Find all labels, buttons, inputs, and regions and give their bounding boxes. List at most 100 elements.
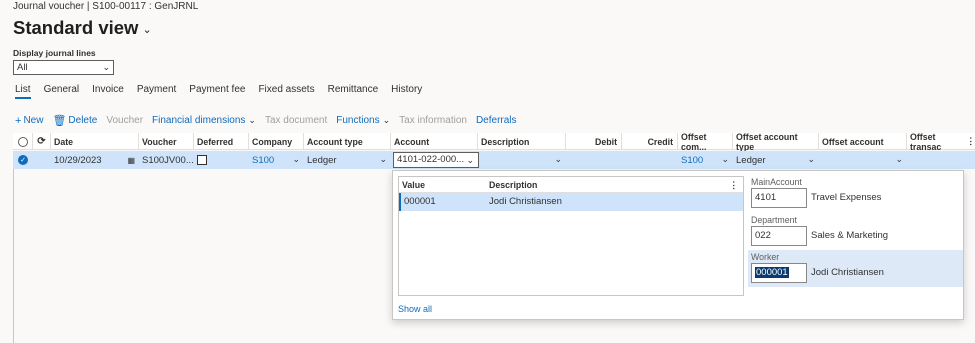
cell-deferred[interactable] — [194, 151, 249, 169]
segment-description: Jodi Christiansen — [811, 267, 884, 278]
lookup-column-value[interactable]: Value — [402, 180, 425, 190]
cell-date[interactable]: 10/29/2023 ▦ — [51, 151, 139, 169]
more-icon[interactable]: ⋮ — [966, 136, 975, 147]
chevron-down-icon[interactable]: ⌄ — [466, 155, 474, 166]
tab-history[interactable]: History — [391, 84, 422, 99]
row-select[interactable]: ✓ — [13, 151, 33, 169]
segment-label: Department — [751, 215, 797, 225]
cell-company[interactable]: S100 ⌄ — [249, 151, 304, 169]
lookup-column-description[interactable]: Description — [489, 180, 537, 190]
column-offset-account[interactable]: Offset account — [819, 133, 907, 150]
chevron-down-icon[interactable]: ⌄ — [292, 154, 300, 165]
tab-general[interactable]: General — [44, 84, 80, 99]
grid-header: ⟳ Date Voucher Deferred Company Account … — [13, 131, 975, 152]
column-credit[interactable]: Credit — [622, 133, 678, 150]
page-title-text: Standard view — [13, 17, 139, 38]
chevron-down-icon[interactable]: ⌄ — [554, 154, 562, 165]
cell-voucher[interactable]: S100JV00... — [139, 151, 194, 169]
cell-offset-company-value: S100 — [681, 154, 704, 166]
deferrals-button[interactable]: Deferrals — [476, 115, 517, 126]
cell-company-value: S100 — [252, 154, 275, 166]
tax-document-button[interactable]: Tax document — [265, 115, 327, 126]
column-date[interactable]: Date — [51, 133, 139, 150]
account-input-value: 4101-022-000... — [397, 154, 465, 165]
functions-label: Functions — [336, 115, 380, 126]
cell-credit[interactable] — [622, 151, 678, 169]
financial-dimensions-menu[interactable]: Financial dimensions ⌄ — [152, 115, 256, 126]
tab-fixed-assets[interactable]: Fixed assets — [258, 84, 314, 99]
tab-invoice[interactable]: Invoice — [92, 84, 124, 99]
voucher-button[interactable]: Voucher — [106, 115, 143, 126]
tab-list[interactable]: List — [15, 84, 31, 99]
segment-input[interactable]: 022 — [751, 226, 807, 246]
cell-offset-transaction[interactable] — [907, 151, 975, 169]
segment-department: Department 022 Sales & Marketing — [748, 213, 963, 250]
cell-offset-account[interactable]: ⌄ — [819, 151, 907, 169]
breadcrumb: Journal voucher | S100-00117 : GenJRNL — [13, 1, 199, 12]
chevron-down-icon[interactable]: ⌄ — [142, 23, 151, 36]
action-toolbar: + New 🗑 Delete Voucher Financial dimensi… — [15, 114, 526, 128]
show-all-link[interactable]: Show all — [398, 304, 432, 314]
page-title[interactable]: Standard view ⌄ — [13, 17, 152, 39]
segment-label: Worker — [751, 252, 780, 262]
select-all-column[interactable] — [13, 133, 33, 150]
chevron-down-icon: ⌄ — [248, 115, 256, 125]
functions-menu[interactable]: Functions ⌄ — [336, 115, 390, 126]
chevron-down-icon[interactable]: ⌄ — [379, 154, 387, 165]
chevron-down-icon[interactable]: ⌄ — [721, 154, 729, 165]
lookup-grid: Value Description ⋮ 000001 Jodi Christia… — [398, 176, 744, 296]
segment-input-selected-text: 000001 — [755, 267, 789, 278]
lookup-header: Value Description ⋮ — [399, 177, 743, 193]
column-offset-transaction[interactable]: Offset transac ⋮ — [907, 131, 975, 152]
lookup-row[interactable]: 000001 Jodi Christiansen — [399, 193, 743, 211]
display-journal-lines-label: Display journal lines — [13, 48, 96, 58]
tax-information-button[interactable]: Tax information — [399, 115, 467, 126]
display-journal-lines-select[interactable]: All ⌄ — [13, 60, 114, 75]
deferred-checkbox[interactable] — [197, 155, 207, 165]
column-account[interactable]: Account — [391, 133, 478, 150]
display-journal-lines-value: All — [17, 62, 28, 73]
segment-input[interactable]: 000001 — [751, 263, 807, 283]
table-row[interactable]: ✓ 10/29/2023 ▦ S100JV00... S100 ⌄ Ledger… — [13, 151, 975, 169]
cell-debit[interactable] — [566, 151, 622, 169]
new-label: New — [23, 115, 44, 126]
column-description[interactable]: Description — [478, 133, 566, 150]
column-offset-company[interactable]: Offset com... — [678, 132, 733, 152]
cell-offset-company[interactable]: S100 ⌄ — [678, 151, 733, 169]
tab-payment-fee[interactable]: Payment fee — [189, 84, 245, 99]
lookup-row-value: 000001 — [404, 196, 436, 207]
column-company[interactable]: Company — [249, 133, 304, 150]
cell-account-type[interactable]: Ledger ⌄ — [304, 151, 391, 169]
chevron-down-icon: ⌄ — [382, 115, 391, 125]
delete-label: Delete — [68, 115, 98, 126]
segment-label: MainAccount — [751, 177, 802, 187]
column-debit[interactable]: Debit — [566, 133, 622, 150]
refresh-icon[interactable]: ⟳ — [37, 136, 45, 147]
financial-dimensions-label: Financial dimensions — [152, 115, 246, 126]
column-account-type[interactable]: Account type — [304, 133, 391, 150]
column-voucher[interactable]: Voucher — [139, 133, 194, 150]
select-all-checkbox[interactable] — [17, 136, 28, 147]
chevron-down-icon[interactable]: ⌄ — [895, 154, 903, 165]
column-offset-transaction-label: Offset transac — [910, 131, 942, 152]
lookup-row-description: Jodi Christiansen — [489, 196, 562, 207]
cell-date-value: 10/29/2023 — [54, 154, 102, 166]
plus-icon: + — [15, 114, 22, 127]
delete-button[interactable]: 🗑 Delete — [52, 114, 97, 127]
account-input[interactable]: 4101-022-000... ⌄ — [393, 152, 479, 168]
segment-input[interactable]: 4101 — [751, 188, 807, 208]
tab-payment[interactable]: Payment — [137, 84, 176, 99]
tab-bar: List General Invoice Payment Payment fee… — [15, 84, 435, 99]
column-offset-account-type[interactable]: Offset account type — [733, 132, 819, 152]
new-button[interactable]: + New — [15, 115, 43, 127]
cell-description[interactable]: ⌄ — [478, 151, 566, 169]
checkmark-icon[interactable]: ✓ — [18, 155, 28, 165]
calendar-icon[interactable]: ▦ — [127, 156, 135, 165]
chevron-down-icon[interactable]: ⌄ — [807, 154, 815, 165]
tab-remittance[interactable]: Remittance — [328, 84, 379, 99]
segment-worker: Worker 000001 Jodi Christiansen — [748, 250, 963, 287]
refresh-column[interactable]: ⟳ — [33, 133, 51, 150]
more-icon[interactable]: ⋮ — [729, 180, 738, 191]
column-deferred[interactable]: Deferred — [194, 133, 249, 150]
cell-offset-account-type[interactable]: Ledger ⌄ — [733, 151, 819, 169]
